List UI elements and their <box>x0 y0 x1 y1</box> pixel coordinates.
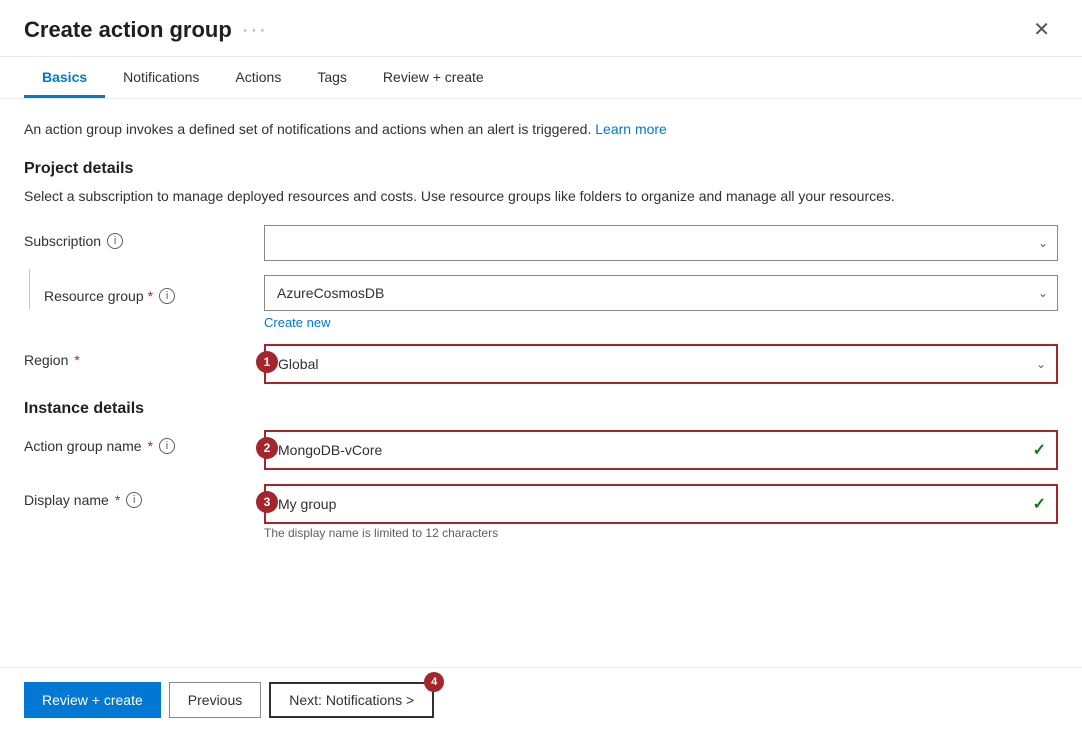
region-label-col: Region * i <box>24 344 264 368</box>
display-name-label: Display name <box>24 492 109 508</box>
dialog-title: Create action group <box>24 17 232 43</box>
resource-group-label-col: Resource group * i <box>24 275 264 309</box>
learn-more-link[interactable]: Learn more <box>595 121 667 137</box>
resource-group-row: Resource group * i AzureCosmosDB ⌄ Creat… <box>24 275 1058 330</box>
display-name-check-icon: ✓ <box>1033 494 1046 514</box>
tabs-bar: Basics Notifications Actions Tags Review… <box>0 57 1082 99</box>
action-group-name-input[interactable] <box>266 432 1056 468</box>
resource-group-required: * <box>148 288 153 304</box>
subscription-select-wrapper: ⌄ <box>264 225 1058 261</box>
tab-notifications[interactable]: Notifications <box>105 57 217 98</box>
badge-4: 4 <box>424 672 444 692</box>
instance-details-title: Instance details <box>24 400 1058 418</box>
resource-group-control: AzureCosmosDB ⌄ Create new <box>264 275 1058 330</box>
footer: Review + create Previous Next: Notificat… <box>0 667 1082 732</box>
next-button-wrapper: Next: Notifications > 4 <box>269 682 434 718</box>
action-group-name-info-icon: i <box>159 438 175 454</box>
region-required: * <box>74 352 79 368</box>
action-group-name-control: ✓ <box>264 430 1058 470</box>
tab-actions[interactable]: Actions <box>217 57 299 98</box>
subscription-label: Subscription i <box>24 225 264 249</box>
create-new-link[interactable]: Create new <box>264 315 1058 330</box>
subscription-info-icon: i <box>107 233 123 249</box>
main-content: An action group invokes a defined set of… <box>0 99 1082 667</box>
badge-3: 3 <box>256 491 278 513</box>
display-name-control: ✓ The display name is limited to 12 char… <box>264 484 1058 540</box>
display-name-input[interactable] <box>266 486 1056 522</box>
action-group-name-check-icon: ✓ <box>1033 440 1046 460</box>
region-row: 1 Region * i Global ⌄ <box>24 344 1058 384</box>
badge-1: 1 <box>256 351 278 373</box>
create-action-group-dialog: Create action group ··· ✕ Basics Notific… <box>0 0 1082 732</box>
title-row: Create action group ··· <box>24 17 268 43</box>
action-group-name-row: 2 Action group name * i ✓ <box>24 430 1058 470</box>
review-create-button[interactable]: Review + create <box>24 682 161 718</box>
project-details-title: Project details <box>24 160 1058 178</box>
action-group-name-label-col: Action group name * i <box>24 430 264 454</box>
dialog-header: Create action group ··· ✕ <box>0 0 1082 57</box>
tab-tags[interactable]: Tags <box>299 57 365 98</box>
display-name-info-icon: i <box>126 492 142 508</box>
resource-group-info-icon: i <box>159 288 175 304</box>
title-options-dots[interactable]: ··· <box>242 19 268 42</box>
project-details-desc: Select a subscription to manage deployed… <box>24 186 1058 207</box>
subscription-control: ⌄ <box>264 225 1058 261</box>
previous-button[interactable]: Previous <box>169 682 261 718</box>
action-group-name-label: Action group name <box>24 438 142 454</box>
close-button[interactable]: ✕ <box>1025 16 1058 44</box>
next-notifications-button[interactable]: Next: Notifications > <box>269 682 434 718</box>
display-name-required: * <box>115 492 120 508</box>
display-name-label-col: Display name * i <box>24 484 264 508</box>
subscription-select[interactable] <box>264 225 1058 261</box>
resource-group-label: Resource group <box>44 288 144 304</box>
badge-2: 2 <box>256 437 278 459</box>
action-group-name-required: * <box>148 438 153 454</box>
region-select[interactable]: Global <box>266 346 1056 382</box>
subscription-row: Subscription i ⌄ <box>24 225 1058 261</box>
display-name-hint: The display name is limited to 12 charac… <box>264 526 498 540</box>
intro-text: An action group invokes a defined set of… <box>24 119 1058 140</box>
resource-group-select-wrapper: AzureCosmosDB ⌄ <box>264 275 1058 311</box>
display-name-row: 3 Display name * i ✓ The display name is… <box>24 484 1058 540</box>
resource-group-select[interactable]: AzureCosmosDB <box>264 275 1058 311</box>
tab-review-create[interactable]: Review + create <box>365 57 502 98</box>
region-label: Region <box>24 352 68 368</box>
region-control: Global ⌄ <box>264 344 1058 384</box>
region-select-wrapper: Global ⌄ <box>264 344 1058 384</box>
tab-basics[interactable]: Basics <box>24 57 105 98</box>
